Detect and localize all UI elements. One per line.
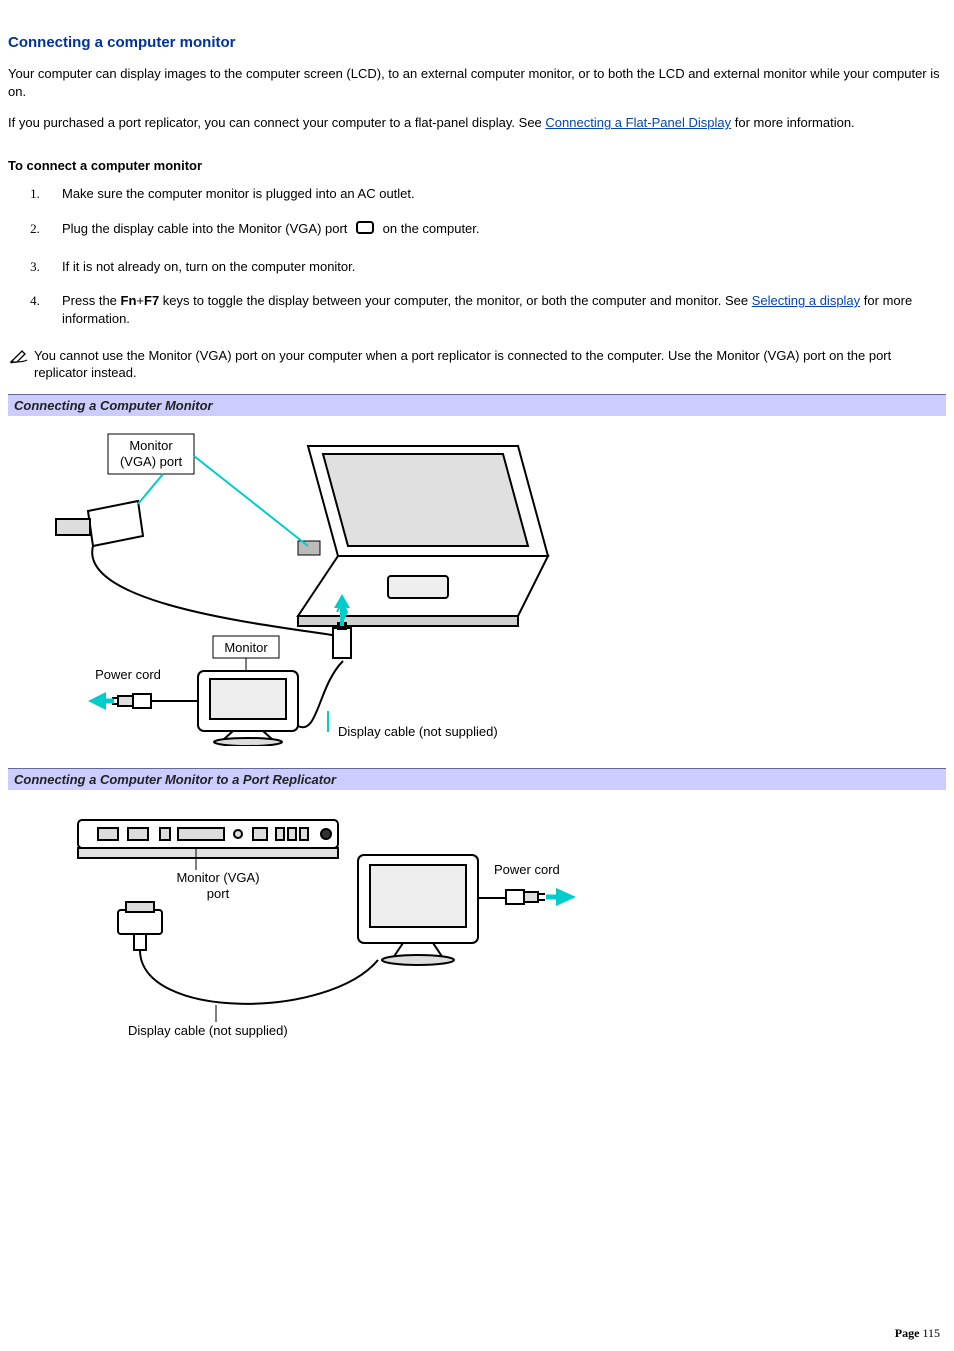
page-num-value: 115 — [922, 1326, 940, 1340]
intro-paragraph-2: If you purchased a port replicator, you … — [8, 114, 946, 132]
label-vga-port: Monitor — [129, 438, 173, 453]
step-text: Make sure the computer monitor is plugge… — [62, 185, 946, 203]
link-selecting-display[interactable]: Selecting a display — [752, 293, 860, 308]
note: You cannot use the Monitor (VGA) port on… — [8, 347, 946, 382]
key-fn: Fn — [121, 293, 137, 308]
svg-text:(VGA) port: (VGA) port — [120, 454, 183, 469]
step-number: 4. — [8, 292, 62, 310]
label-power-cord: Power cord — [95, 667, 161, 682]
text: keys to toggle the display between your … — [159, 293, 752, 308]
text: for more information. — [731, 115, 855, 130]
text: Press the — [62, 293, 121, 308]
step-text: Plug the display cable into the Monitor … — [62, 219, 946, 242]
vga-port-icon — [354, 219, 376, 242]
step-text: Press the Fn+F7 keys to toggle the displ… — [62, 292, 946, 328]
document-page: Connecting a computer monitor Your compu… — [0, 0, 954, 1351]
intro-paragraph-1: Your computer can display images to the … — [8, 65, 946, 100]
step-3: 3. If it is not already on, turn on the … — [8, 258, 946, 276]
step-4: 4. Press the Fn+F7 keys to toggle the di… — [8, 292, 946, 328]
step-number: 1. — [8, 185, 62, 203]
text: + — [136, 293, 144, 308]
svg-text:port: port — [207, 886, 230, 901]
page-label: Page — [895, 1326, 923, 1340]
label-display-cable: Display cable (not supplied) — [128, 1023, 288, 1038]
link-flat-panel[interactable]: Connecting a Flat-Panel Display — [545, 115, 731, 130]
steps-list: 1. Make sure the computer monitor is plu… — [8, 185, 946, 329]
note-text: You cannot use the Monitor (VGA) port on… — [34, 347, 946, 382]
section-heading: Connecting a computer monitor — [8, 34, 946, 51]
step-1: 1. Make sure the computer monitor is plu… — [8, 185, 946, 203]
label-power-cord: Power cord — [494, 862, 560, 877]
label-vga-port: Monitor (VGA) — [176, 870, 259, 885]
step-number: 2. — [8, 220, 62, 238]
diagram-monitor-to-laptop: Monitor (VGA) port Monitor — [48, 426, 588, 746]
figure-2: Monitor (VGA) port Power cord — [8, 790, 946, 1078]
step-text: If it is not already on, turn on the com… — [62, 258, 946, 276]
text: Plug the display cable into the Monitor … — [62, 221, 351, 236]
text: If you purchased a port replicator, you … — [8, 115, 545, 130]
text: on the computer. — [383, 221, 480, 236]
page-number: Page 115 — [895, 1326, 940, 1341]
note-icon — [8, 347, 30, 370]
figure-caption-2: Connecting a Computer Monitor to a Port … — [8, 768, 946, 790]
step-2: 2. Plug the display cable into the Monit… — [8, 219, 946, 242]
key-f7: F7 — [144, 293, 159, 308]
figure-1: Monitor (VGA) port Monitor — [8, 416, 946, 764]
figure-caption-1: Connecting a Computer Monitor — [8, 394, 946, 416]
label-display-cable: Display cable (not supplied) — [338, 724, 498, 739]
diagram-monitor-to-replicator: Monitor (VGA) port Power cord — [48, 800, 608, 1060]
label-monitor: Monitor — [224, 640, 268, 655]
procedure-heading: To connect a computer monitor — [8, 158, 946, 173]
step-number: 3. — [8, 258, 62, 276]
